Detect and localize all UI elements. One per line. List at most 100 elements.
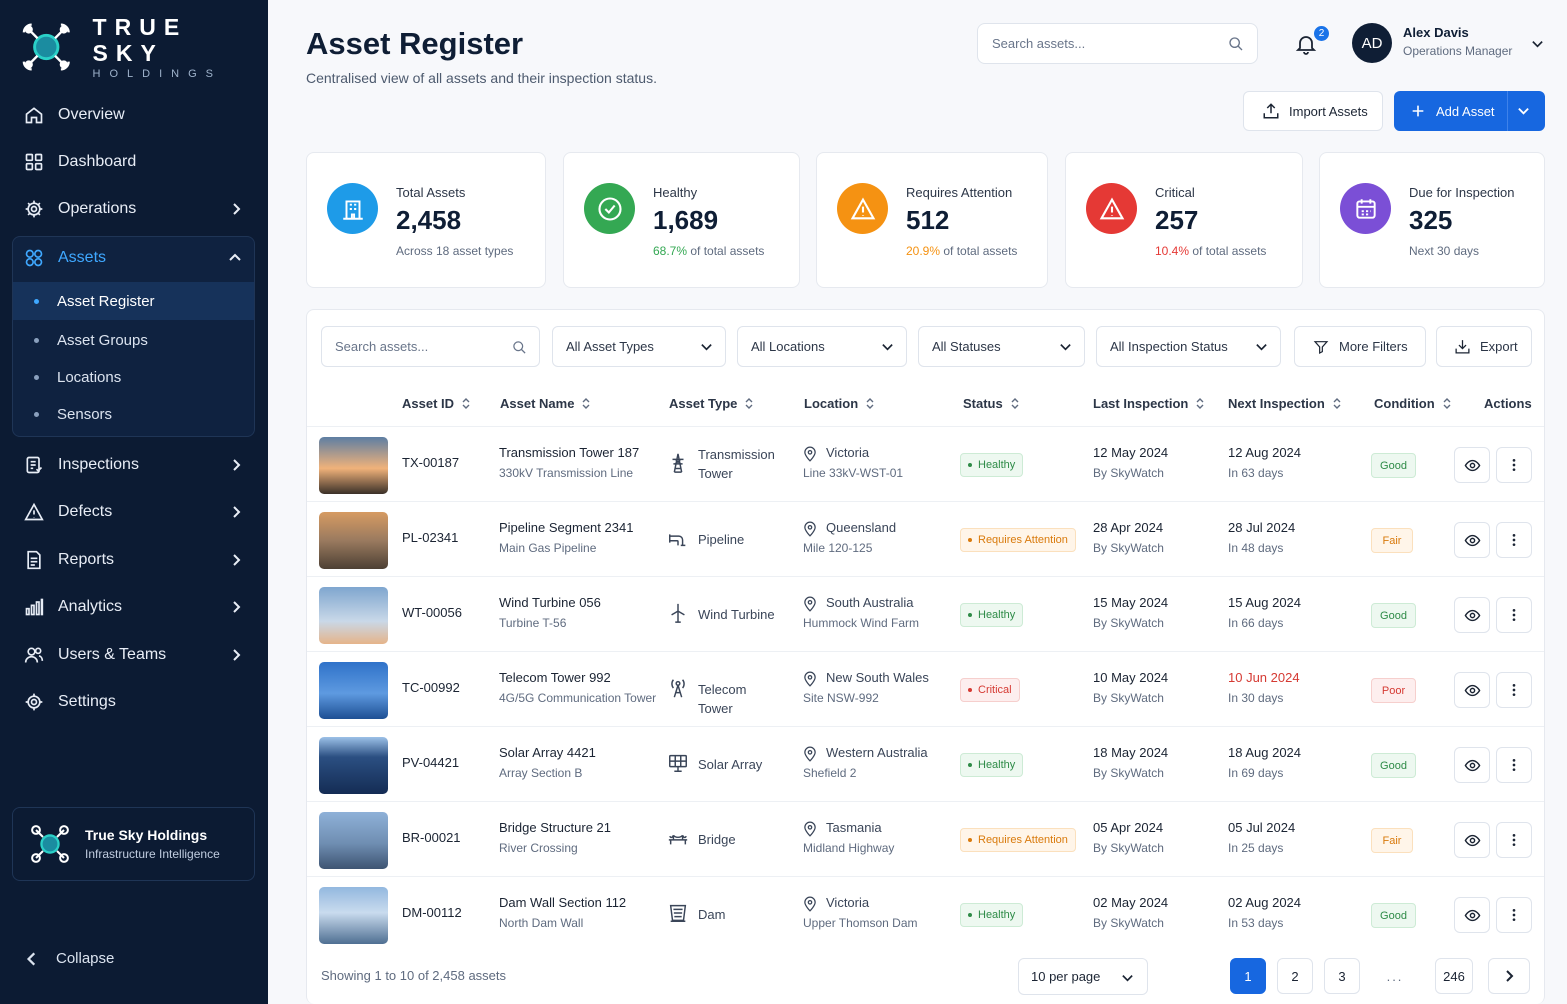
view-asset-button[interactable] [1454, 672, 1490, 708]
sort-icon[interactable] [1443, 398, 1451, 409]
view-asset-button[interactable] [1454, 522, 1490, 558]
per-page-select[interactable]: 10 per page [1018, 958, 1148, 995]
asset-id[interactable]: TX-00187 [402, 455, 459, 470]
column-header[interactable]: Location [804, 396, 874, 411]
table-row[interactable]: PV-04421 Solar Array 4421 Array Section B S… [307, 726, 1544, 801]
nav-analytics[interactable]: Analytics [12, 587, 255, 627]
asset-name[interactable]: Transmission Tower 187 [499, 445, 639, 460]
row-menu-button[interactable] [1496, 822, 1532, 858]
asset-name[interactable]: Solar Array 4421 [499, 745, 596, 760]
stat-card-total[interactable]: Total Assets 2,458 Across 18 asset types [306, 152, 546, 288]
chevron-down-icon[interactable] [1531, 37, 1544, 50]
row-menu-button[interactable] [1496, 747, 1532, 783]
view-asset-button[interactable] [1454, 822, 1490, 858]
row-menu-button[interactable] [1496, 897, 1532, 933]
user-avatar[interactable]: AD [1352, 23, 1392, 63]
page-2-button[interactable]: 2 [1277, 958, 1313, 994]
asset-thumbnail[interactable] [319, 512, 388, 569]
nav-users-teams[interactable]: Users & Teams [12, 635, 255, 675]
page-last-button[interactable]: 246 [1435, 958, 1473, 994]
row-menu-button[interactable] [1496, 597, 1532, 633]
sort-icon[interactable] [1333, 398, 1341, 409]
user-name[interactable]: Alex Davis [1403, 25, 1469, 40]
sort-icon[interactable] [745, 398, 753, 409]
table-row[interactable]: DM-00112 Dam Wall Section 112 North Dam Wa… [307, 876, 1544, 951]
nav-overview[interactable]: Overview [12, 95, 255, 135]
row-menu-button[interactable] [1496, 672, 1532, 708]
asset-id[interactable]: DM-00112 [402, 905, 462, 920]
column-header[interactable]: Next Inspection [1228, 396, 1341, 411]
nav-defects[interactable]: Defects [12, 492, 255, 532]
view-asset-button[interactable] [1454, 447, 1490, 483]
asset-thumbnail[interactable] [319, 662, 388, 719]
stat-card-due[interactable]: Due for Inspection 325 Next 30 days [1319, 152, 1545, 288]
sort-icon[interactable] [462, 398, 470, 409]
subnav-locations[interactable]: Locations [13, 358, 254, 396]
stat-card-attention[interactable]: Requires Attention 512 20.9% of total as… [816, 152, 1048, 288]
stat-card-healthy[interactable]: Healthy 1,689 68.7% of total assets [563, 152, 800, 288]
nav-assets[interactable]: Assets [13, 237, 254, 279]
table-search-input[interactable]: Search assets... [321, 326, 540, 367]
asset-id[interactable]: PV-04421 [402, 755, 459, 770]
nav-inspections[interactable]: Inspections [12, 445, 255, 485]
subnav-asset-register[interactable]: Asset Register [13, 282, 254, 320]
collapse-sidebar-button[interactable]: Collapse [24, 950, 114, 967]
table-row[interactable]: WT-00056 Wind Turbine 056 Turbine T-56 Wind… [307, 576, 1544, 651]
brand-logo[interactable]: TRUE SKY HOLDINGS [20, 14, 268, 80]
sort-icon[interactable] [1011, 398, 1019, 409]
column-header[interactable]: Asset Name [500, 396, 590, 411]
subnav-asset-groups[interactable]: Asset Groups [13, 321, 254, 359]
import-assets-button[interactable]: Import Assets [1243, 91, 1383, 131]
add-asset-button[interactable]: Add Asset [1394, 91, 1545, 131]
sort-icon[interactable] [866, 398, 874, 409]
asset-id[interactable]: BR-00021 [402, 830, 461, 845]
inspection-status-select[interactable]: All Inspection Status [1096, 326, 1281, 367]
location-select[interactable]: All Locations [737, 326, 907, 367]
table-row[interactable]: PL-02341 Pipeline Segment 2341 Main Gas Pi… [307, 501, 1544, 576]
asset-thumbnail[interactable] [319, 737, 388, 794]
sort-icon[interactable] [582, 398, 590, 409]
asset-name[interactable]: Bridge Structure 21 [499, 820, 611, 835]
column-header[interactable]: Asset Type [669, 396, 753, 411]
column-header[interactable]: Asset ID [402, 396, 470, 411]
asset-thumbnail[interactable] [319, 587, 388, 644]
asset-thumbnail[interactable] [319, 812, 388, 869]
nav-reports[interactable]: Reports [12, 540, 255, 580]
view-asset-button[interactable] [1454, 597, 1490, 633]
stat-card-critical[interactable]: Critical 257 10.4% of total assets [1065, 152, 1303, 288]
table-row[interactable]: BR-00021 Bridge Structure 21 River Crossin… [307, 801, 1544, 876]
column-header[interactable]: Condition [1374, 396, 1451, 411]
page-3-button[interactable]: 3 [1324, 958, 1360, 994]
chevron-down-icon[interactable] [1517, 104, 1530, 117]
view-asset-button[interactable] [1454, 897, 1490, 933]
sort-icon[interactable] [1196, 398, 1204, 409]
asset-thumbnail[interactable] [319, 437, 388, 494]
asset-name[interactable]: Telecom Tower 992 [499, 670, 611, 685]
more-filters-button[interactable]: More Filters [1294, 326, 1426, 367]
nav-operations[interactable]: Operations [12, 189, 255, 229]
asset-name[interactable]: Pipeline Segment 2341 [499, 520, 633, 535]
page-1-button[interactable]: 1 [1230, 958, 1266, 994]
export-button[interactable]: Export [1436, 326, 1532, 367]
asset-name[interactable]: Wind Turbine 056 [499, 595, 601, 610]
row-menu-button[interactable] [1496, 522, 1532, 558]
table-row[interactable]: TX-00187 Transmission Tower 187 330kV Tran… [307, 426, 1544, 501]
company-card[interactable]: True Sky Holdings Infrastructure Intelli… [12, 807, 255, 881]
subnav-sensors[interactable]: Sensors [13, 395, 254, 433]
asset-id[interactable]: PL-02341 [402, 530, 458, 545]
column-header[interactable]: Last Inspection [1093, 396, 1204, 411]
next-page-button[interactable] [1488, 958, 1530, 994]
asset-id[interactable]: TC-00992 [402, 680, 460, 695]
asset-id[interactable]: WT-00056 [402, 605, 462, 620]
asset-name[interactable]: Dam Wall Section 112 [499, 895, 626, 910]
row-menu-button[interactable] [1496, 447, 1532, 483]
nav-dashboard[interactable]: Dashboard [12, 142, 255, 182]
asset-type-select[interactable]: All Asset Types [552, 326, 726, 367]
asset-thumbnail[interactable] [319, 887, 388, 944]
nav-settings[interactable]: Settings [12, 682, 255, 722]
view-asset-button[interactable] [1454, 747, 1490, 783]
column-header[interactable]: Status [963, 396, 1019, 411]
global-search-input[interactable]: Search assets... [977, 23, 1258, 64]
status-select[interactable]: All Statuses [918, 326, 1085, 367]
table-row[interactable]: TC-00992 Telecom Tower 992 4G/5G Communica… [307, 651, 1544, 726]
